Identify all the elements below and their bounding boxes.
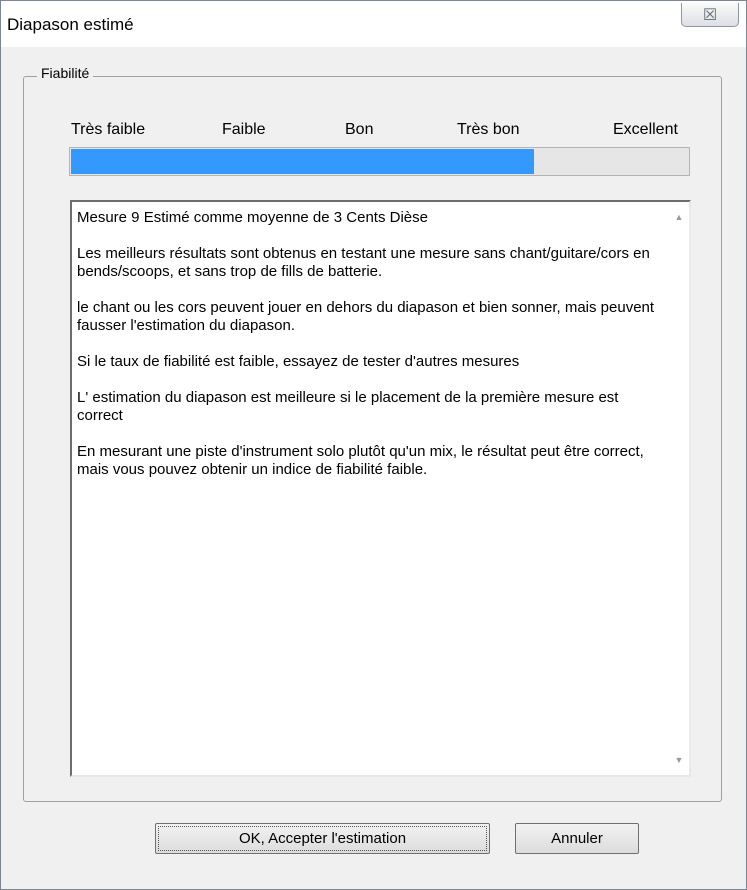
close-button[interactable]: ☒ xyxy=(681,3,739,27)
cancel-button-label: Annuler xyxy=(551,830,603,847)
message-paragraph: En mesurant une piste d'instrument solo … xyxy=(77,443,644,478)
title-bar: Diapason estimé ☒ xyxy=(1,1,746,47)
reliability-group-label: Fiabilité xyxy=(37,65,94,81)
scale-label-excellent: Excellent xyxy=(613,121,678,138)
message-paragraph: Les meilleurs résultats sont obtenus en … xyxy=(77,245,650,280)
reliability-meter-fill xyxy=(71,149,534,174)
reliability-meter xyxy=(69,147,690,176)
scroll-up-arrow-icon[interactable]: ▲ xyxy=(673,212,685,222)
ok-accept-button-label: OK, Accepter l'estimation xyxy=(238,830,407,847)
estimation-message-textarea[interactable]: Mesure 9 Estimé comme moyenne de 3 Cents… xyxy=(70,200,691,777)
window-title: Diapason estimé xyxy=(7,15,134,34)
message-text: Mesure 9 Estimé comme moyenne de 3 Cents… xyxy=(77,209,667,497)
close-icon: ☒ xyxy=(702,6,718,24)
dialog-window: Diapason estimé ☒ Fiabilité Très faible … xyxy=(0,0,747,890)
scale-label-tres-bon: Très bon xyxy=(457,121,520,138)
scale-label-bon: Bon xyxy=(345,121,374,138)
message-paragraph: L' estimation du diapason est meilleure … xyxy=(77,389,619,424)
message-paragraph: Si le taux de fiabilité est faible, essa… xyxy=(77,353,520,370)
message-paragraph: le chant ou les cors peuvent jouer en de… xyxy=(77,299,655,334)
cancel-button[interactable]: Annuler xyxy=(515,823,639,854)
scale-label-tres-faible: Très faible xyxy=(71,121,146,138)
scroll-down-arrow-icon[interactable]: ▼ xyxy=(673,755,685,765)
message-paragraph: Mesure 9 Estimé comme moyenne de 3 Cents… xyxy=(77,209,428,226)
ok-accept-button[interactable]: OK, Accepter l'estimation xyxy=(155,823,490,854)
vertical-scrollbar[interactable]: ▲ ▼ xyxy=(669,202,689,775)
scale-label-faible: Faible xyxy=(222,121,266,138)
